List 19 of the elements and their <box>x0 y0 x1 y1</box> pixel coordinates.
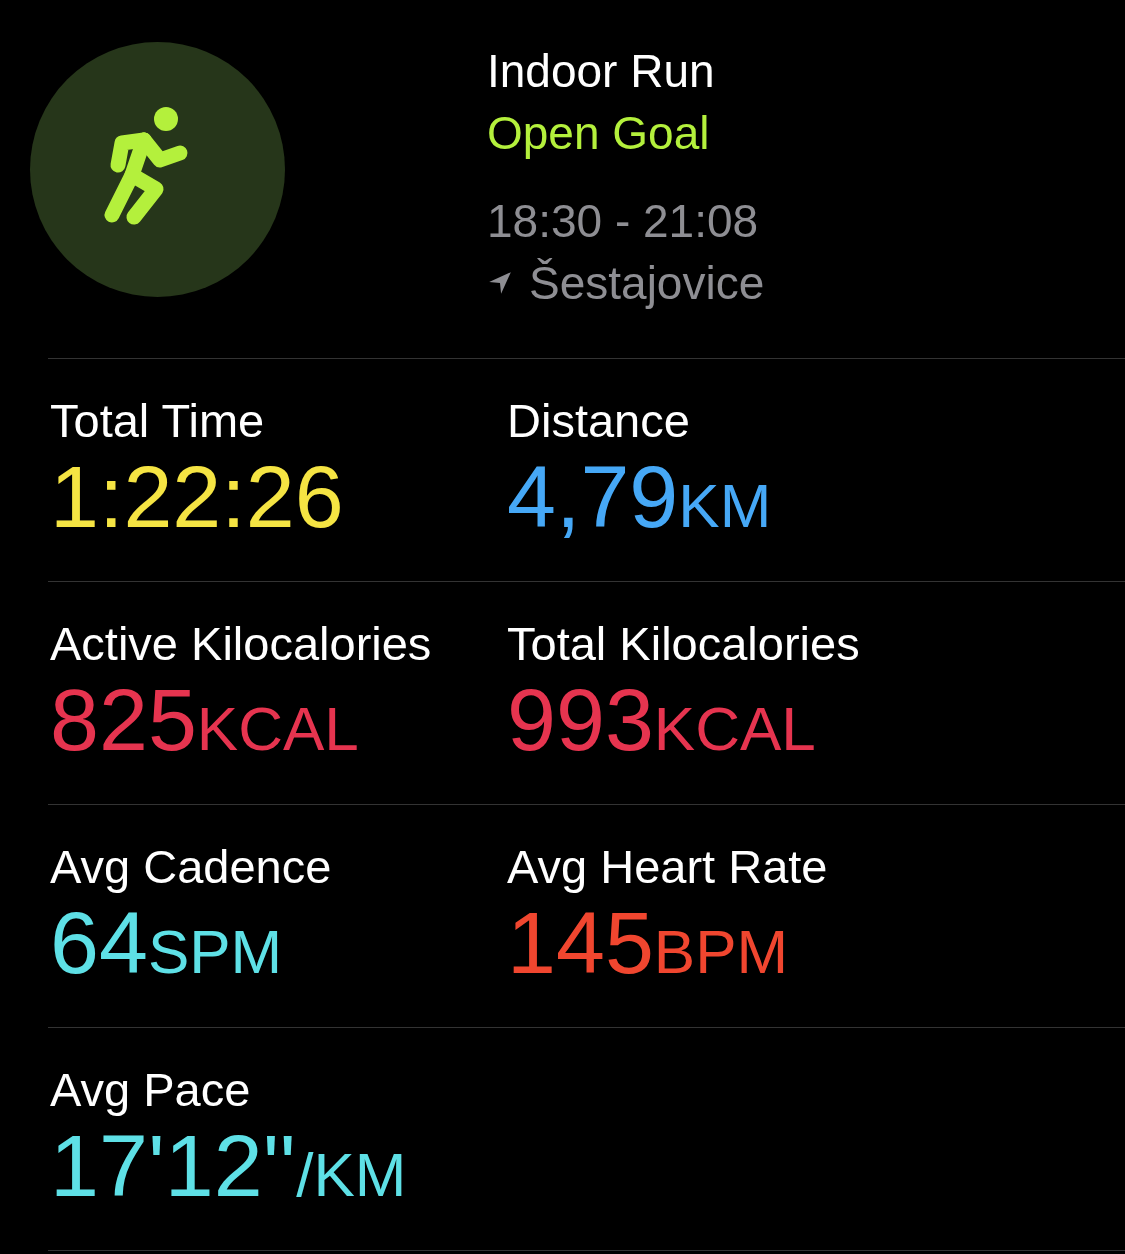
metric-value: 145BPM <box>507 895 789 994</box>
metric-label: Avg Heart Rate <box>507 839 829 895</box>
metric-label: Total Kilocalories <box>507 616 861 672</box>
metric-label: Avg Cadence <box>50 839 333 895</box>
location-name: Šestajovice <box>529 256 765 311</box>
metric-value: 17'12''/KM <box>50 1118 407 1217</box>
workout-title: Indoor Run <box>487 44 716 99</box>
metric-label: Distance <box>507 393 691 449</box>
time-range: 18:30 - 21:08 <box>487 194 760 249</box>
workout-goal: Open Goal <box>487 106 711 161</box>
metric-value: 825KCAL <box>50 672 359 771</box>
metric-value: 1:22:26 <box>50 449 344 545</box>
metric-label: Active Kilocalories <box>50 616 433 672</box>
location-arrow-icon <box>487 270 513 296</box>
metric-value: 993KCAL <box>507 672 816 771</box>
metric-label: Total Time <box>50 393 266 449</box>
metric-value: 64SPM <box>50 895 283 994</box>
metric-value: 4,79KM <box>507 449 772 548</box>
metric-label: Avg Pace <box>50 1062 252 1118</box>
